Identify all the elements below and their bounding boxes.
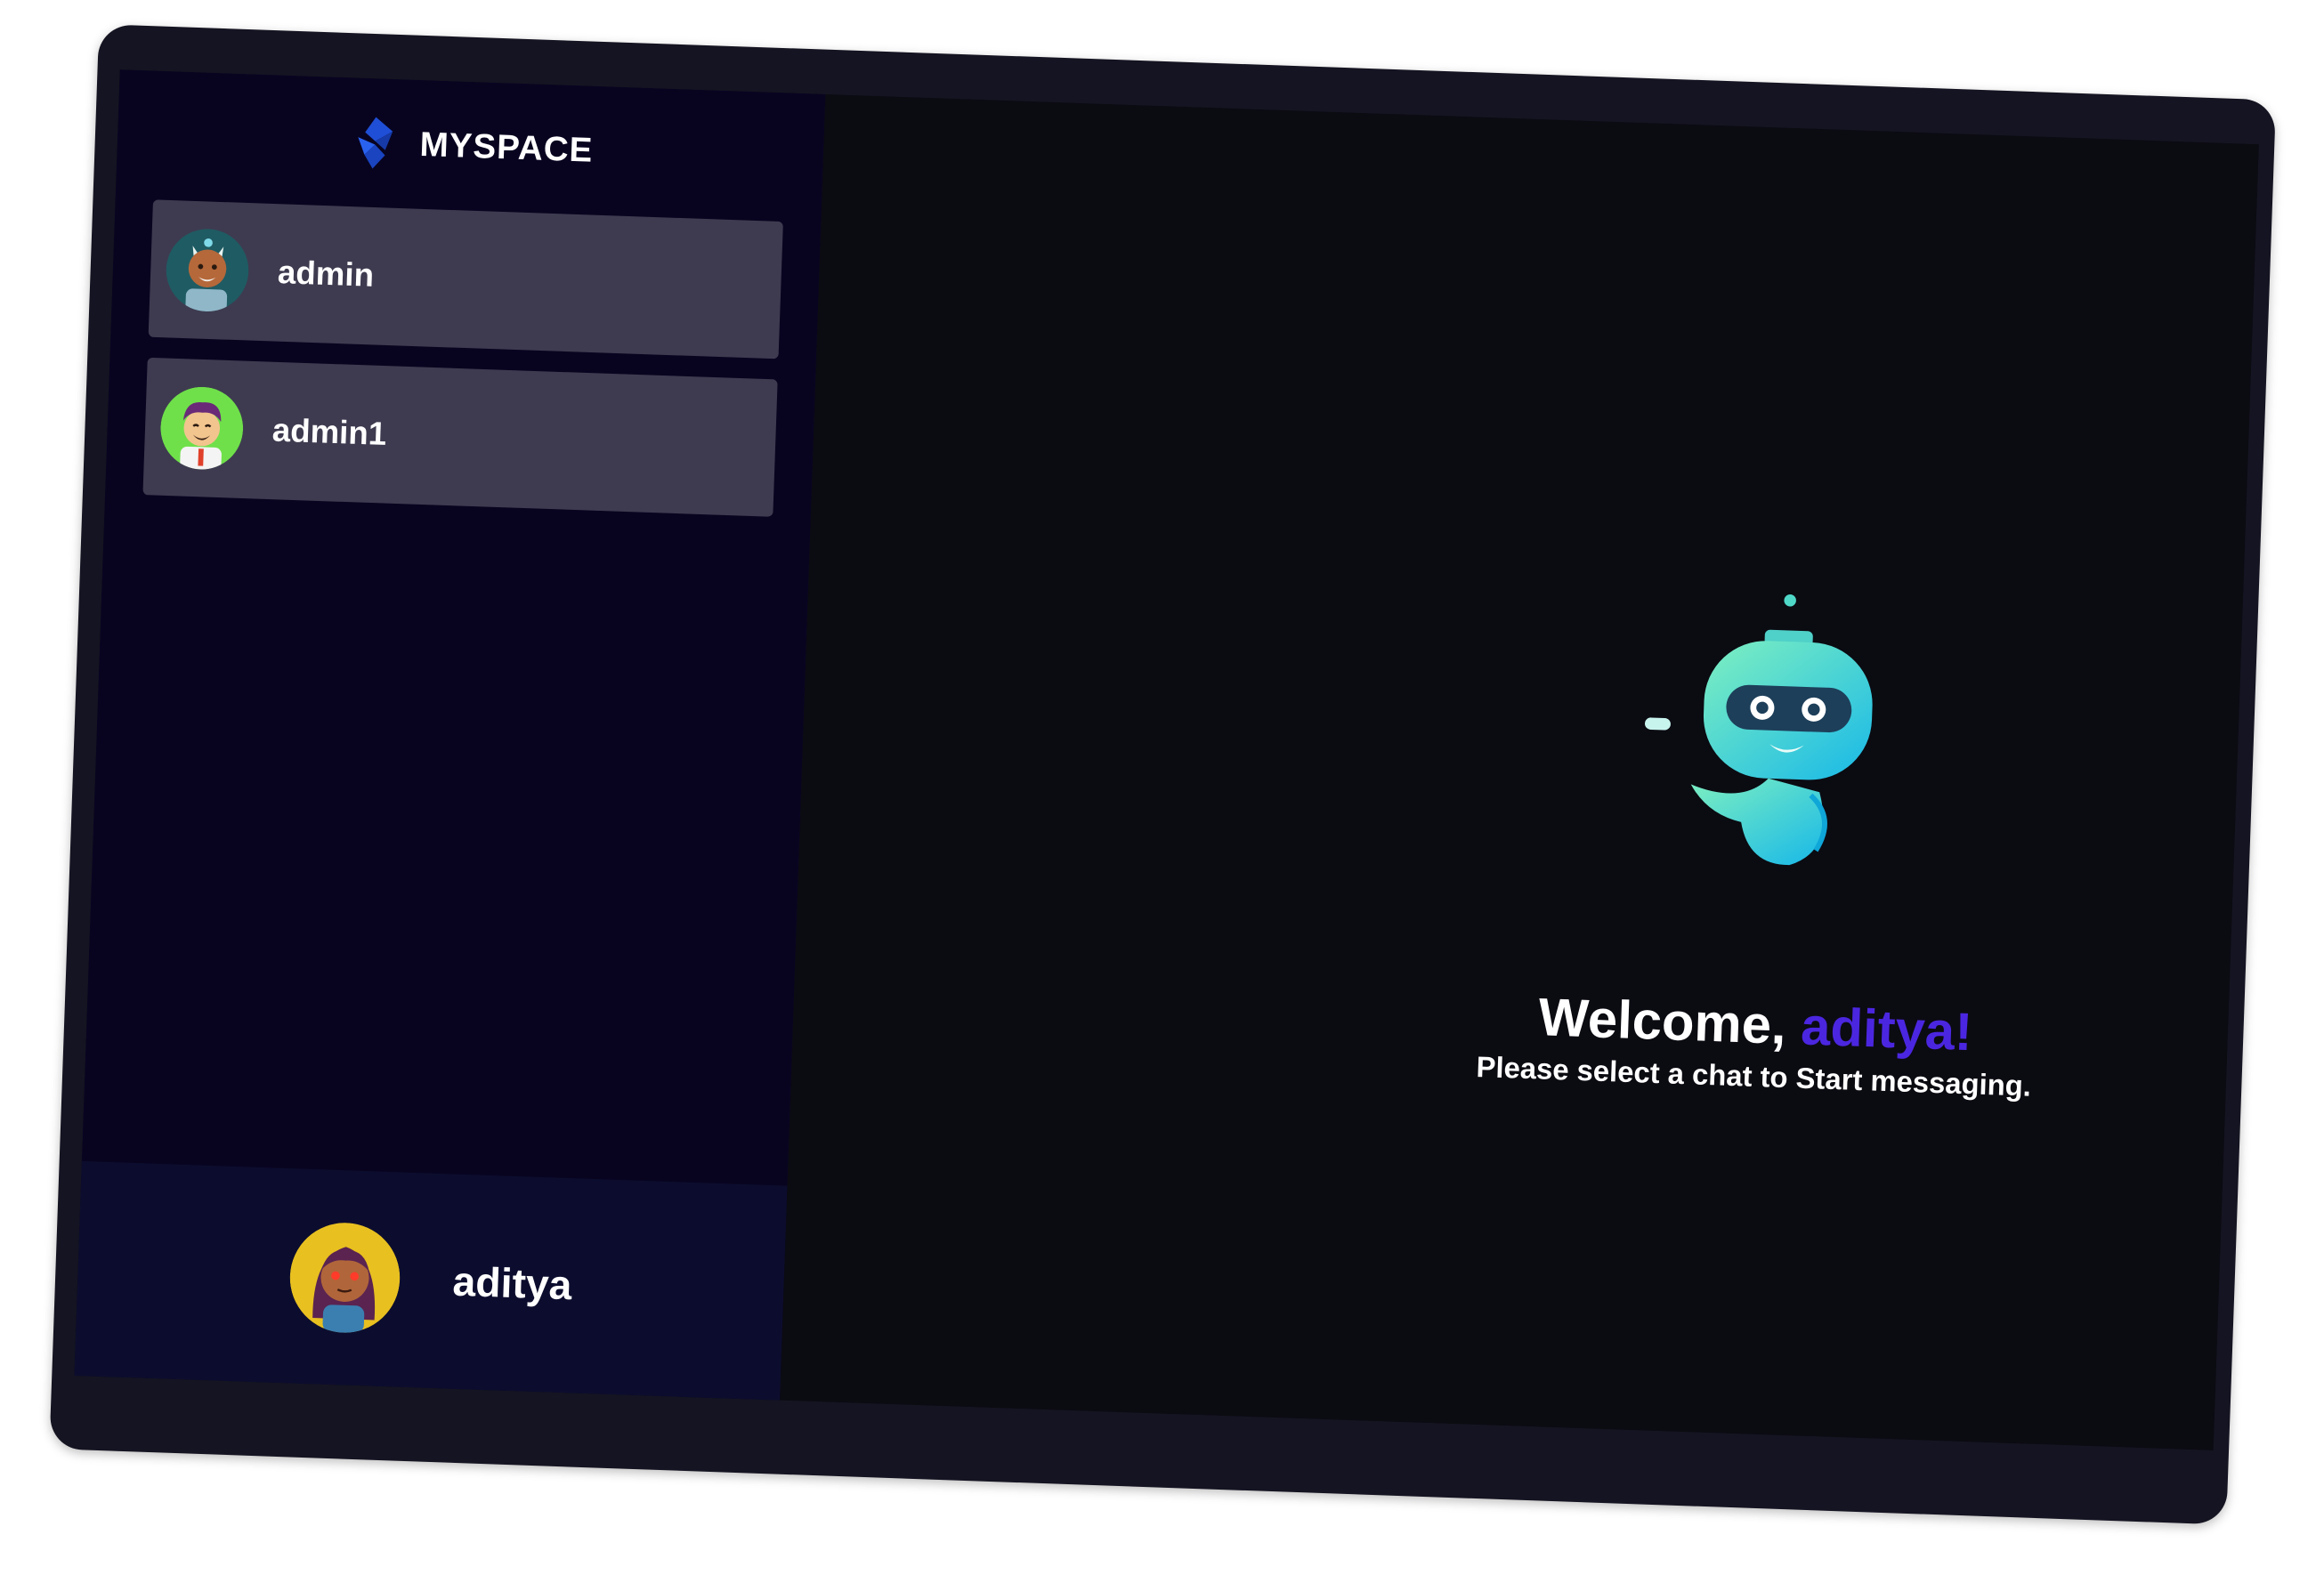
chat-app: MYSPACE admin admin1 aditya Welcome, adi… <box>74 69 2259 1450</box>
welcome-heading: Welcome, aditya! <box>1537 987 1973 1062</box>
contact-list: admin admin1 <box>105 198 821 518</box>
contact-name: admin1 <box>271 412 387 453</box>
contacts-sidebar: MYSPACE admin admin1 aditya <box>74 69 826 1401</box>
contact-name: admin <box>277 254 375 294</box>
brand-header: MYSPACE <box>116 69 826 222</box>
admin-avatar-icon <box>166 229 249 312</box>
current-user-name: aditya <box>451 1258 573 1309</box>
brand-name: MYSPACE <box>418 125 595 169</box>
contact-item-admin[interactable]: admin <box>148 199 783 359</box>
chat-area: Welcome, aditya! Please select a chat to… <box>780 93 2259 1450</box>
screenshot-stage: MYSPACE admin admin1 aditya Welcome, adi… <box>15 0 2309 1575</box>
welcome-greeting: Welcome, <box>1537 988 1802 1056</box>
contact-item-admin1[interactable]: admin1 <box>142 357 778 517</box>
welcome-username: aditya! <box>1800 997 1974 1062</box>
welcome-panel: Welcome, aditya! Please select a chat to… <box>1401 579 2123 1107</box>
admin1-avatar-icon <box>160 386 244 470</box>
robot-icon <box>1644 594 1873 866</box>
aditya-avatar-icon <box>289 1223 400 1334</box>
myspace-logo-icon <box>358 117 393 169</box>
current-user-bar[interactable]: aditya <box>74 1160 788 1401</box>
